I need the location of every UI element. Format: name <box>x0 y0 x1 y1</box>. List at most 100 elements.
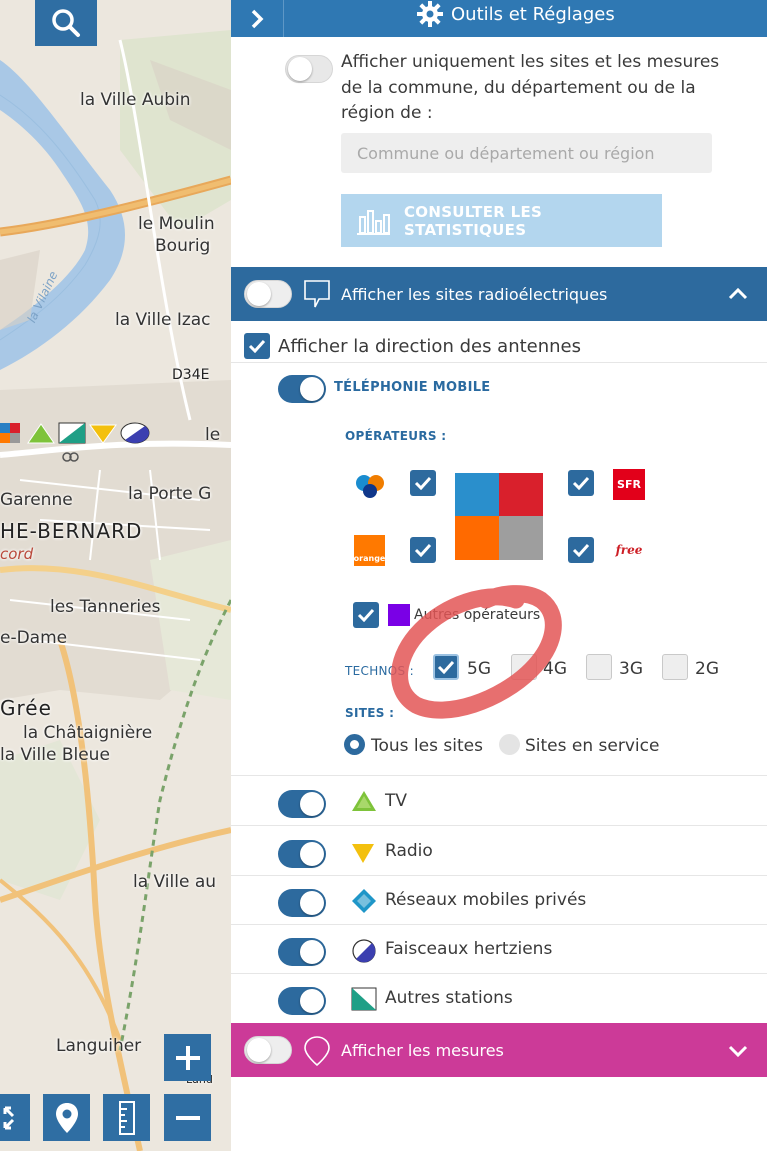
techno-3g-label: 3G <box>619 659 643 679</box>
check-icon <box>572 543 590 557</box>
map-label: la Ville au <box>133 872 217 892</box>
free-checkbox[interactable] <box>568 537 594 563</box>
speech-pin-icon <box>304 280 330 308</box>
divider <box>231 362 767 363</box>
techno-2g-label: 2G <box>695 659 719 679</box>
annotation-circle <box>391 585 562 719</box>
layer-reseaux-prives-label: Réseaux mobiles privés <box>385 890 587 910</box>
techno-2g-checkbox[interactable] <box>662 654 688 680</box>
sfr-logo: SFR <box>613 469 645 500</box>
commune-filter-label: Afficher uniquement les sites et les mes… <box>341 52 720 123</box>
map-search-button[interactable] <box>35 0 97 46</box>
map-label: la Ville Izac <box>115 310 211 330</box>
fullscreen-button[interactable] <box>0 1094 30 1141</box>
antenna-direction-label: Afficher la direction des antennes <box>278 336 582 357</box>
divider <box>231 875 767 876</box>
divider <box>231 973 767 974</box>
radio-sites-toggle[interactable] <box>244 280 292 308</box>
location-pin-icon <box>55 1102 78 1133</box>
plus-icon <box>175 1045 200 1070</box>
autres-operateurs-checkbox[interactable] <box>353 602 379 628</box>
radio-sites-label: Afficher les sites radioélectriques <box>341 284 608 304</box>
map-background <box>0 0 231 1151</box>
chevron-down-icon[interactable] <box>727 1039 749 1061</box>
sites-heading: SITES : <box>345 706 395 720</box>
chevron-up-icon[interactable] <box>727 283 749 305</box>
operator-site-marker-icon[interactable] <box>0 422 24 444</box>
layer-faisceaux-label: Faisceaux hertziens <box>385 939 553 959</box>
layer-tv-label: TV <box>385 791 408 811</box>
mesures-toggle[interactable] <box>244 1036 292 1064</box>
antenna-direction-checkbox[interactable] <box>244 333 270 359</box>
faisceaux-marker-icon[interactable] <box>120 422 150 444</box>
bar-chart-icon <box>357 209 390 235</box>
chevron-right-icon <box>251 9 264 28</box>
bouygues-logo-icon <box>356 475 384 498</box>
map-label: la Porte G <box>128 484 212 504</box>
layer-autres-stations-toggle[interactable] <box>278 987 326 1015</box>
check-icon <box>572 476 590 490</box>
collapse-panel-button[interactable] <box>231 0 284 37</box>
map-label: D34E <box>172 367 210 383</box>
map-label: Languiher <box>56 1036 142 1056</box>
map-label: e-Dame <box>0 628 68 648</box>
reseaux-prives-icon <box>352 889 376 913</box>
commune-search-input[interactable] <box>341 133 712 173</box>
techno-3g-checkbox[interactable] <box>586 654 612 680</box>
bouygues-checkbox[interactable] <box>410 470 436 496</box>
panel-title: Outils et Réglages <box>417 0 615 28</box>
map-label: Bourig <box>155 236 211 256</box>
mesures-band[interactable]: Afficher les mesures <box>231 1023 767 1077</box>
ruler-icon <box>118 1100 135 1135</box>
check-icon <box>414 476 432 490</box>
operators-heading: OPÉRATEURS : <box>345 429 447 443</box>
faisceaux-icon <box>352 939 376 963</box>
zoom-in-button[interactable] <box>164 1034 211 1081</box>
divider <box>231 924 767 925</box>
expand-icon <box>3 1106 15 1129</box>
settings-panel: Outils et Réglages Afficher uniquement l… <box>231 0 767 1151</box>
ruler-button[interactable] <box>103 1094 150 1141</box>
layer-radio-toggle[interactable] <box>278 840 326 868</box>
search-icon <box>52 9 80 37</box>
geolocate-button[interactable] <box>43 1094 90 1141</box>
telephonie-mobile-label: TÉLÉPHONIE MOBILE <box>334 380 491 395</box>
zoom-out-button[interactable] <box>164 1094 211 1141</box>
tv-marker-icon[interactable] <box>27 422 55 444</box>
divider <box>231 775 767 776</box>
map-view[interactable]: la Ville Aubin le Moulin Bourig la Vilai… <box>0 0 231 1151</box>
orange-logo: orange <box>354 535 385 566</box>
radio-sites-band[interactable]: Afficher les sites radioélectriques <box>231 267 767 321</box>
layer-reseaux-prives-toggle[interactable] <box>278 889 326 917</box>
layer-faisceaux-toggle[interactable] <box>278 938 326 966</box>
check-icon <box>357 608 375 622</box>
sites-all-radio[interactable] <box>344 734 365 755</box>
map-label: la Châtaignière <box>23 723 153 743</box>
map-label: Garenne <box>0 490 73 510</box>
radio-icon <box>352 844 374 863</box>
autres-stations-icon <box>351 987 377 1011</box>
sites-all-label: Tous les sites <box>371 736 483 756</box>
map-label: HE-BERNARD <box>0 519 143 543</box>
commune-filter-toggle[interactable] <box>285 55 333 83</box>
consult-statistics-button[interactable]: CONSULTER LES STATISTIQUES <box>341 194 662 247</box>
check-icon <box>414 543 432 557</box>
autres-stations-marker-icon[interactable] <box>58 422 86 444</box>
stats-button-label: CONSULTER LES STATISTIQUES <box>403 202 543 239</box>
divider <box>231 825 767 826</box>
telephonie-mobile-toggle[interactable] <box>278 375 326 403</box>
drop-pin-icon <box>304 1036 330 1067</box>
sites-in-service-radio[interactable] <box>499 734 520 755</box>
map-label: la Ville Aubin <box>80 90 191 110</box>
map-site-markers[interactable] <box>0 422 150 444</box>
minus-icon <box>175 1115 200 1120</box>
map-label: la Ville Bleue <box>0 745 110 765</box>
layer-radio-label: Radio <box>385 841 433 861</box>
layer-tv-toggle[interactable] <box>278 790 326 818</box>
radio-marker-icon[interactable] <box>89 422 117 444</box>
sfr-checkbox[interactable] <box>568 470 594 496</box>
all-operators-icon[interactable] <box>455 473 543 560</box>
check-icon <box>248 339 266 353</box>
orange-checkbox[interactable] <box>410 537 436 563</box>
map-label: le <box>205 425 221 445</box>
